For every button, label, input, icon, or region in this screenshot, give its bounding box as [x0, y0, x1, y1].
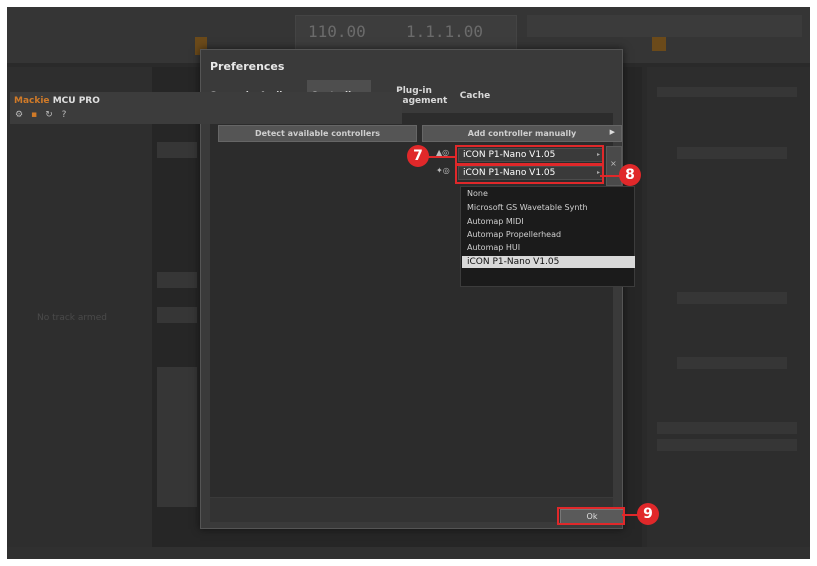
app-toolbar-accent-2	[652, 37, 666, 51]
app-status-bar	[7, 547, 810, 559]
callout-7-badge: 7	[407, 145, 429, 167]
add-controller-label: Add controller manually	[467, 129, 577, 138]
callout-7-connector	[428, 156, 456, 158]
callout-8-connector	[600, 175, 620, 177]
play-arrow-icon: ▶	[609, 128, 615, 136]
callout-8-highlight	[455, 164, 604, 184]
app-toolbar-buttons	[527, 15, 802, 37]
comment-icon[interactable]: ▪	[29, 110, 39, 120]
refresh-icon[interactable]: ↻	[44, 110, 54, 120]
dropdown-option-automap-midi[interactable]: Automap MIDI	[467, 217, 524, 226]
close-icon: ×	[610, 159, 617, 168]
tempo-readout: 110.00	[308, 22, 366, 41]
dropdown-option-automap-propellerhead[interactable]: Automap Propellerhead	[467, 230, 561, 239]
callout-9-badge: 9	[637, 503, 659, 525]
dialog-title: Preferences	[210, 60, 285, 73]
detect-controllers-button[interactable]: Detect available controllers	[218, 125, 417, 142]
controller-model: MCU PRO	[52, 96, 100, 106]
position-readout: 1.1.1.00	[406, 22, 484, 41]
controller-name: Mackie MCU PRO	[14, 96, 100, 106]
add-controller-button[interactable]: Add controller manually ▶	[422, 125, 622, 142]
dropdown-option-none[interactable]: None	[467, 189, 488, 198]
controller-brand: Mackie	[14, 96, 50, 106]
callout-9-connector	[622, 514, 638, 516]
tab-cache[interactable]: Cache	[455, 80, 495, 112]
controller-icons: ⚙ ▪ ↻ ?	[14, 110, 69, 120]
callout-9-highlight	[557, 507, 625, 525]
callout-7-highlight	[455, 145, 604, 165]
app-left-panel: No track armed	[7, 67, 152, 547]
dialog-footer	[210, 498, 613, 522]
no-track-armed-label: No track armed	[37, 313, 107, 323]
gear-icon[interactable]: ⚙	[14, 110, 24, 120]
dropdown-option-automap-hui[interactable]: Automap HUI	[467, 243, 520, 252]
output-dropdown-list: None Microsoft GS Wavetable Synth Automa…	[460, 186, 635, 287]
controller-row[interactable]: Mackie MCU PRO ⚙ ▪ ↻ ?	[10, 92, 402, 124]
midi-out-icon: ✦◎	[436, 166, 450, 175]
dropdown-option-icon-p1-nano[interactable]: iCON P1-Nano V1.05	[462, 256, 635, 268]
app-inspector-panel	[647, 67, 810, 547]
help-icon[interactable]: ?	[59, 110, 69, 120]
callout-8-badge: 8	[619, 164, 641, 186]
dropdown-option-gs-wavetable[interactable]: Microsoft GS Wavetable Synth	[467, 203, 588, 212]
